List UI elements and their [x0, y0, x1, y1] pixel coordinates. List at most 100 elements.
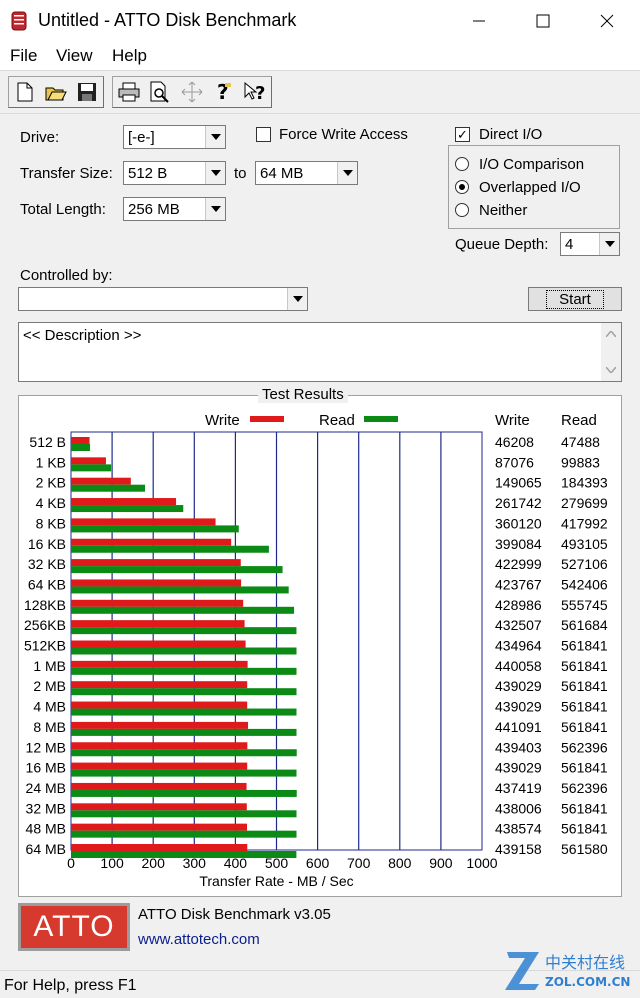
chevron-down-icon[interactable]	[287, 288, 307, 310]
category-label: 16 MB	[26, 760, 66, 776]
move-button[interactable]	[176, 77, 208, 107]
menu-view[interactable]: View	[56, 46, 93, 66]
check-icon: ✓	[457, 127, 468, 142]
read-value: 561841	[561, 719, 608, 735]
force-write-checkbox[interactable]	[256, 127, 271, 142]
category-label: 32 KB	[28, 556, 66, 572]
scroll-up-icon[interactable]	[606, 331, 616, 337]
scroll-down-icon[interactable]	[606, 367, 616, 373]
write-bar	[71, 823, 248, 831]
website-link[interactable]: www.attotech.com	[138, 931, 260, 948]
description-scrollbar[interactable]	[601, 323, 621, 381]
read-bar	[71, 505, 184, 513]
read-bar	[71, 606, 295, 614]
write-value: 439029	[495, 699, 542, 715]
menu-file[interactable]: File	[10, 46, 37, 66]
window-title: Untitled - ATTO Disk Benchmark	[38, 10, 297, 30]
queue-depth-value: 4	[565, 236, 574, 253]
read-bar	[71, 444, 91, 451]
neither-radio[interactable]	[455, 203, 469, 217]
new-button[interactable]	[9, 77, 40, 107]
context-help-button[interactable]: ?	[239, 77, 271, 107]
queue-depth-label: Queue Depth:	[455, 236, 549, 253]
total-length-select[interactable]: 256 MB	[123, 197, 226, 221]
toolbar-file-group	[8, 76, 104, 108]
read-value: 99883	[561, 454, 600, 470]
close-button[interactable]	[584, 0, 630, 42]
queue-depth-select[interactable]: 4	[560, 232, 620, 256]
close-icon	[600, 14, 614, 28]
write-bar	[71, 477, 131, 485]
chevron-down-icon[interactable]	[205, 162, 225, 184]
write-value: 428986	[495, 597, 542, 613]
write-value: 439403	[495, 739, 542, 755]
read-bar	[71, 789, 297, 797]
io-comparison-radio[interactable]	[455, 157, 469, 171]
read-bar	[71, 484, 146, 492]
write-bar	[71, 844, 248, 851]
zol-logo-icon	[505, 952, 539, 990]
write-bar	[71, 620, 245, 628]
chevron-down-icon[interactable]	[205, 126, 225, 148]
open-button[interactable]	[40, 77, 71, 107]
category-label: 2 MB	[33, 678, 66, 694]
write-value: 87076	[495, 454, 534, 470]
write-bar	[71, 701, 248, 709]
print-preview-button[interactable]	[145, 77, 177, 107]
category-label: 16 KB	[28, 536, 66, 552]
test-results-title: Test Results	[258, 386, 348, 403]
category-label: 4 MB	[33, 699, 66, 715]
transfer-size-to-value: 64 MB	[260, 165, 304, 182]
total-length-value: 256 MB	[128, 201, 180, 218]
drive-select[interactable]: [-e-]	[123, 125, 226, 149]
chevron-down-icon[interactable]	[337, 162, 357, 184]
write-value: 422999	[495, 556, 542, 572]
category-label: 64 MB	[26, 841, 66, 857]
write-value: 149065	[495, 475, 542, 491]
read-bar	[71, 708, 297, 716]
app-icon	[11, 11, 27, 31]
x-tick-label: 900	[429, 855, 453, 871]
x-tick-label: 700	[347, 855, 371, 871]
maximize-button[interactable]	[520, 0, 566, 42]
read-bar	[71, 810, 297, 818]
legend-read-label: Read	[319, 412, 355, 429]
overlapped-io-radio[interactable]	[455, 180, 469, 194]
chevron-down-icon[interactable]	[205, 198, 225, 220]
menu-help[interactable]: Help	[112, 46, 147, 66]
write-value: 423767	[495, 576, 542, 592]
minimize-button[interactable]	[456, 0, 502, 42]
transfer-size-from-select[interactable]: 512 B	[123, 161, 226, 185]
transfer-size-to-select[interactable]: 64 MB	[255, 161, 358, 185]
print-icon	[118, 82, 140, 102]
direct-io-label: Direct I/O	[479, 126, 543, 143]
description-field[interactable]: << Description >>	[18, 322, 622, 382]
chevron-down-icon[interactable]	[599, 233, 619, 255]
start-button[interactable]: Start	[528, 287, 622, 311]
read-value: 561580	[561, 841, 608, 857]
read-value: 561841	[561, 699, 608, 715]
direct-io-checkbox[interactable]: ✓	[455, 127, 470, 142]
read-value: 47488	[561, 434, 600, 450]
start-label: Start	[546, 289, 604, 309]
read-value: 561841	[561, 821, 608, 837]
overlapped-io-label: Overlapped I/O	[479, 179, 581, 196]
category-label: 24 MB	[26, 780, 66, 796]
category-label: 128KB	[24, 597, 66, 613]
new-icon	[17, 82, 33, 102]
controlled-by-select[interactable]	[18, 287, 308, 311]
write-value: 432507	[495, 617, 542, 633]
title-bar: Untitled - ATTO Disk Benchmark	[0, 0, 640, 42]
about-button[interactable]: ?	[208, 77, 240, 107]
read-bar	[71, 647, 297, 655]
read-bar	[71, 749, 297, 757]
read-bar	[71, 627, 297, 635]
print-preview-icon	[150, 81, 170, 103]
print-button[interactable]	[113, 77, 145, 107]
category-label: 32 MB	[26, 800, 66, 816]
write-bar	[71, 498, 177, 506]
category-label: 1 MB	[33, 658, 66, 674]
x-axis-label: Transfer Rate - MB / Sec	[199, 873, 353, 889]
write-bar	[71, 762, 248, 770]
save-button[interactable]	[72, 77, 103, 107]
